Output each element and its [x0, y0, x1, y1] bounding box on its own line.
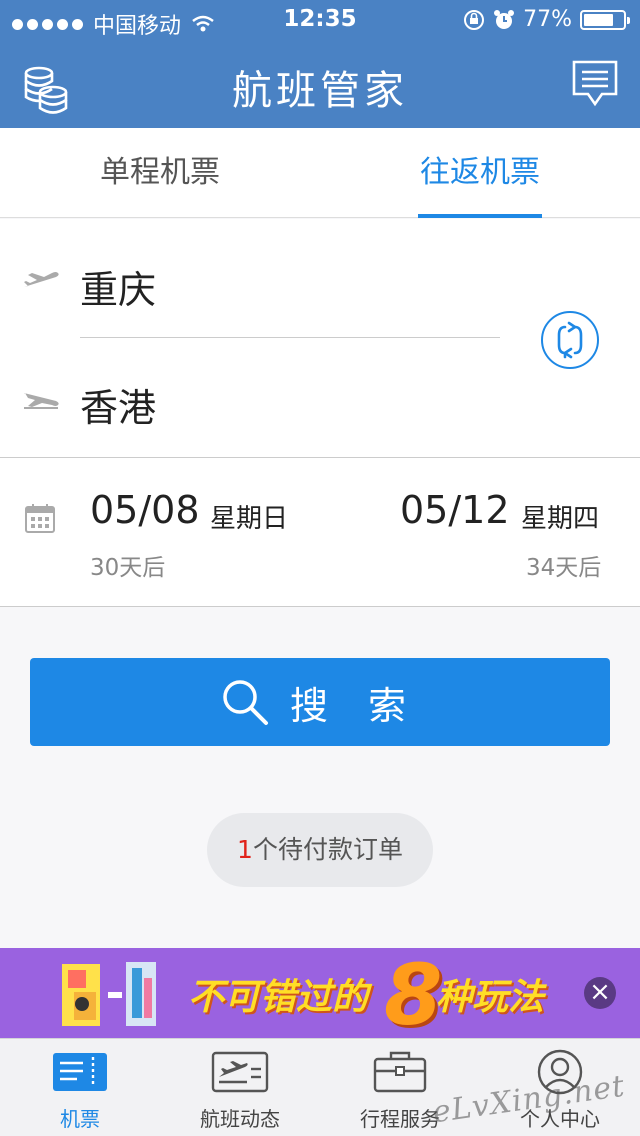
promo-banner[interactable]: 不可错过的 8 种玩法 [0, 948, 640, 1038]
battery-level [584, 13, 613, 26]
banner-slogan-b: 种玩法 [436, 977, 545, 1018]
search-button[interactable]: 搜 索 [30, 658, 610, 746]
swap-icon [557, 321, 583, 359]
tab-one-way[interactable]: 单程机票 [80, 128, 240, 218]
search-icon [223, 680, 268, 725]
trip-type-tabs: 单程机票 往返机票 [0, 128, 640, 218]
tabbar-label-tickets: 机票 [60, 1107, 100, 1131]
tab-round-trip[interactable]: 往返机票 [400, 128, 560, 218]
return-days-ahead: 34天后 [526, 555, 602, 581]
banner-number: 8 [384, 948, 443, 1038]
message-icon[interactable] [572, 60, 618, 108]
ticket-icon [53, 1053, 107, 1091]
pending-text: 个待付款订单 [252, 835, 403, 864]
search-label: 搜 索 [289, 683, 421, 728]
page-title: 航班管家 [232, 68, 408, 114]
status-right: 77% [463, 7, 630, 32]
depart-date: 05/08 [90, 488, 200, 532]
status-bar: 中国移动 12:35 77% [0, 0, 640, 40]
may-day-art-icon [62, 962, 156, 1026]
tabbar-item-flight-status[interactable]: 航班动态 [160, 1039, 320, 1136]
tabbar-label-flight-status: 航班动态 [200, 1107, 280, 1131]
alarm-icon [494, 9, 515, 29]
banner-slogan-a: 不可错过的 [188, 977, 369, 1018]
battery-percent: 77% [523, 7, 572, 32]
departure-city[interactable]: 重庆 [80, 259, 156, 314]
route-divider [80, 337, 500, 338]
date-row: 05/08 星期日 30天后 05/12 星期四 34天后 [0, 457, 640, 607]
calendar-icon [25, 504, 55, 533]
landing-icon [24, 393, 59, 409]
depart-days-ahead: 30天后 [90, 555, 166, 581]
takeoff-icon [24, 272, 59, 287]
flight-status-icon [211, 1051, 269, 1093]
swap-cities-button[interactable] [541, 311, 599, 369]
return-date: 05/12 [400, 488, 510, 532]
banner-close-button[interactable]: × [584, 977, 616, 1009]
pending-count: 1 [237, 835, 253, 864]
battery-icon [580, 9, 630, 30]
depart-weekday: 星期日 [210, 504, 289, 534]
pending-orders-button[interactable]: 1个待付款订单 [207, 813, 433, 887]
tabbar-item-tickets[interactable]: 机票 [0, 1039, 160, 1136]
return-weekday: 星期四 [521, 504, 600, 534]
briefcase-icon [373, 1051, 427, 1093]
rotation-lock-icon [464, 9, 485, 30]
arrival-city[interactable]: 香港 [80, 377, 156, 432]
route-card: 重庆 香港 [0, 219, 640, 457]
top-bar: 中国移动 12:35 77% 航班管家 [0, 0, 640, 128]
